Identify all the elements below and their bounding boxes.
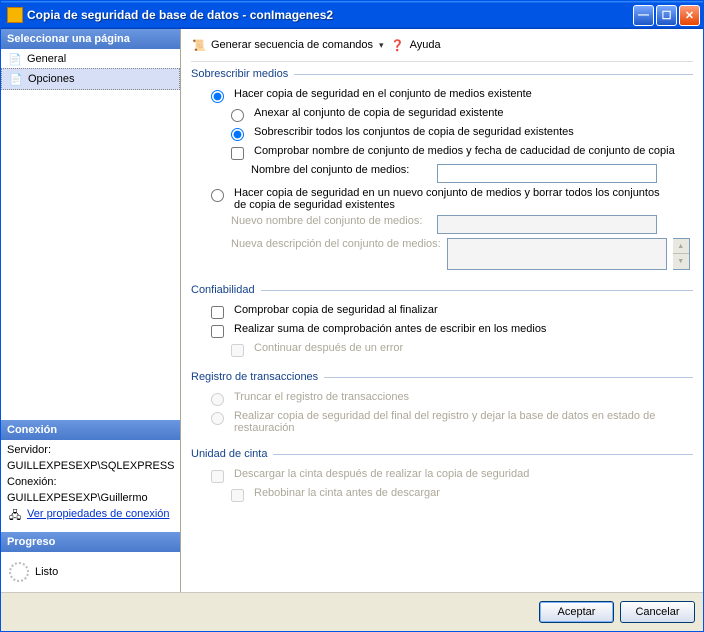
radio-existing-set-label: Hacer copia de seguridad en el conjunto … (234, 88, 532, 100)
radio-new-set[interactable] (211, 189, 224, 202)
label-media-name: Nombre del conjunto de medios: (251, 164, 431, 176)
radio-append[interactable] (231, 109, 244, 122)
server-label: Servidor: (7, 444, 174, 456)
minimize-button[interactable]: — (633, 5, 654, 26)
sidebar-item-general[interactable]: 📄 General (1, 49, 180, 69)
group-overwrite: Sobrescribir medios Hacer copia de segur… (191, 66, 693, 272)
sidebar-header: Seleccionar una página (1, 29, 180, 49)
input-media-name[interactable] (437, 164, 657, 183)
cancel-button[interactable]: Cancelar (620, 601, 695, 623)
connection-label: Conexión: (7, 476, 174, 488)
progress-header: Progreso (1, 532, 180, 552)
label-new-media-name: Nuevo nombre del conjunto de medios: (231, 215, 431, 227)
sidebar-item-label: General (27, 53, 66, 65)
checkbox-rewind-tape (231, 489, 244, 502)
page-icon: 📄 (8, 71, 24, 87)
radio-backup-tail (211, 412, 224, 425)
script-icon: 📜 (191, 37, 207, 53)
radio-truncate-log (211, 393, 224, 406)
maximize-button[interactable]: ☐ (656, 5, 677, 26)
ok-button[interactable]: Aceptar (539, 601, 614, 623)
radio-backup-tail-label: Realizar copia de seguridad del final de… (234, 410, 664, 434)
checkbox-continue (231, 344, 244, 357)
dropdown-icon (377, 39, 384, 51)
group-title-overwrite: Sobrescribir medios (191, 68, 288, 80)
group-reliability: Confiabilidad Comprobar copia de segurid… (191, 282, 693, 359)
help-icon: ❓ (390, 37, 406, 53)
sidebar-item-label: Opciones (28, 73, 74, 85)
toolbar: 📜 Generar secuencia de comandos ❓ Ayuda (191, 35, 693, 62)
spin-buttons: ▲▼ (673, 238, 690, 270)
progress-state: Listo (35, 566, 58, 578)
radio-new-set-label: Hacer copia de seguridad en un nuevo con… (234, 187, 664, 211)
connection-section: Servidor: GUILLEXPESEXP\SQLEXPRESS Conex… (1, 440, 180, 532)
radio-existing-set[interactable] (211, 90, 224, 103)
server-value: GUILLEXPESEXP\SQLEXPRESS (7, 460, 174, 472)
content: 📜 Generar secuencia de comandos ❓ Ayuda … (181, 29, 703, 592)
connection-header: Conexión (1, 420, 180, 440)
input-new-media-name (437, 215, 657, 234)
window-title: Copia de seguridad de base de datos - co… (27, 8, 631, 22)
radio-truncate-log-label: Truncar el registro de transacciones (234, 391, 409, 403)
properties-icon: 🖧 (7, 508, 23, 524)
progress-spinner-icon (9, 562, 29, 582)
checkbox-check-media-label: Comprobar nombre de conjunto de medios y… (254, 145, 675, 157)
group-transaction-log: Registro de transacciones Truncar el reg… (191, 369, 693, 436)
group-title-tape: Unidad de cinta (191, 448, 267, 460)
checkbox-checksum-label: Realizar suma de comprobación antes de e… (234, 323, 546, 335)
generate-script-button[interactable]: 📜 Generar secuencia de comandos (191, 37, 384, 53)
connection-properties-link[interactable]: Ver propiedades de conexión (27, 508, 170, 520)
label-new-media-desc: Nueva descripción del conjunto de medios… (231, 238, 441, 250)
sidebar-item-opciones[interactable]: 📄 Opciones (1, 68, 180, 90)
checkbox-unload-tape (211, 470, 224, 483)
progress-section: Listo (1, 552, 180, 592)
radio-append-label: Anexar al conjunto de copia de seguridad… (254, 107, 504, 119)
app-icon (7, 7, 23, 23)
help-button[interactable]: ❓ Ayuda (390, 37, 441, 53)
group-title-tlog: Registro de transacciones (191, 371, 318, 383)
radio-overwrite-all[interactable] (231, 128, 244, 141)
checkbox-check-media[interactable] (231, 147, 244, 160)
input-new-media-desc (447, 238, 667, 270)
sidebar: Seleccionar una página 📄 General 📄 Opcio… (1, 29, 181, 592)
checkbox-checksum[interactable] (211, 325, 224, 338)
group-tape: Unidad de cinta Descargar la cinta despu… (191, 446, 693, 504)
radio-overwrite-all-label: Sobrescribir todos los conjuntos de copi… (254, 126, 574, 138)
titlebar: Copia de seguridad de base de datos - co… (1, 1, 703, 29)
bottombar: Aceptar Cancelar (1, 592, 703, 631)
checkbox-verify-label: Comprobar copia de seguridad al finaliza… (234, 304, 438, 316)
group-title-reliability: Confiabilidad (191, 284, 255, 296)
checkbox-continue-label: Continuar después de un error (254, 342, 403, 354)
checkbox-verify[interactable] (211, 306, 224, 319)
checkbox-rewind-tape-label: Rebobinar la cinta antes de descargar (254, 487, 440, 499)
page-icon: 📄 (7, 51, 23, 67)
close-button[interactable]: ✕ (679, 5, 700, 26)
connection-value: GUILLEXPESEXP\Guillermo (7, 492, 174, 504)
checkbox-unload-tape-label: Descargar la cinta después de realizar l… (234, 468, 529, 480)
